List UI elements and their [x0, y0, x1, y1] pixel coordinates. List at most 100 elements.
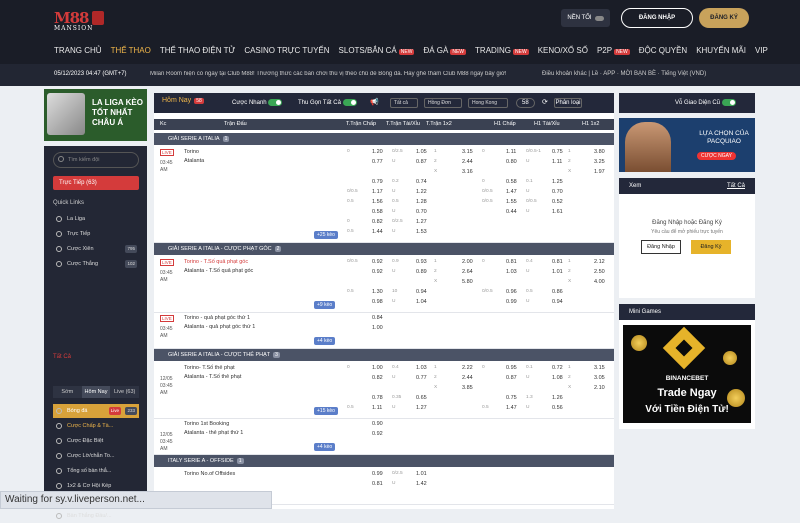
odds-value[interactable]: 1.47: [506, 189, 517, 195]
sport-item[interactable]: Cược Đặc Biệt: [53, 434, 139, 448]
odds-format-select[interactable]: Hong Kong: [468, 98, 508, 108]
period-tab[interactable]: Hôm Nay: [81, 386, 111, 398]
odds-value[interactable]: 1.97: [594, 169, 605, 175]
odds-value[interactable]: 0.90: [372, 421, 383, 427]
odds-value[interactable]: 0.75: [552, 149, 563, 155]
odds-value[interactable]: 1.47: [506, 405, 517, 411]
odds-value[interactable]: 0.81: [506, 259, 517, 265]
odds-value[interactable]: 1.61: [552, 209, 563, 215]
league-header[interactable]: GIẢI SERIE A ITALIA 1: [154, 133, 614, 145]
odds-value[interactable]: 1.56: [372, 199, 383, 205]
odds-value[interactable]: 0.56: [552, 405, 563, 411]
league-header[interactable]: ITALY SERIE A - OFFSIDE 1: [154, 455, 614, 467]
odds-value[interactable]: 0.79: [372, 179, 383, 185]
quick-link-item[interactable]: Cược Thắng 102: [53, 257, 139, 271]
ticker-message[interactable]: Milan Room hiện có ngay tại Club M88! Th…: [150, 71, 522, 77]
away-team[interactable]: Atalanta - T.Số thẻ phạt: [184, 374, 241, 380]
odds-value[interactable]: 3.05: [594, 375, 605, 381]
home-team[interactable]: Torino 1st Booking: [184, 421, 229, 427]
quick-link-item[interactable]: Cược Xiên 795: [53, 242, 139, 256]
period-tab[interactable]: Live (63): [110, 386, 139, 398]
odds-value[interactable]: 1.28: [416, 199, 427, 205]
odds-value[interactable]: 4.00: [594, 279, 605, 285]
odds-value[interactable]: 1.30: [372, 289, 383, 295]
odds-value[interactable]: 0.72: [552, 365, 563, 371]
odds-value[interactable]: 0.81: [372, 481, 383, 487]
odds-value[interactable]: 0.52: [552, 199, 563, 205]
away-team[interactable]: Atalanta - thẻ phạt thứ 1: [184, 430, 243, 436]
nav-item[interactable]: TRADING NEW: [475, 46, 529, 55]
period-tab[interactable]: Sớm: [53, 386, 82, 398]
odds-value[interactable]: 3.80: [594, 149, 605, 155]
odds-value[interactable]: 2.10: [594, 385, 605, 391]
odds-value[interactable]: 1.27: [416, 219, 427, 225]
more-markets-button[interactable]: +25 kèo: [314, 231, 338, 239]
sport-item[interactable]: Cược Lờ/chẵn To...: [53, 449, 139, 463]
bet-slip-all-link[interactable]: Tất Cả: [727, 178, 745, 194]
odds-value[interactable]: 0.96: [506, 289, 517, 295]
login-button[interactable]: ĐĂNG NHẬP: [621, 8, 693, 28]
refresh-icon[interactable]: ⟳: [542, 98, 548, 106]
odds-value[interactable]: 1.00: [372, 365, 383, 371]
odds-value[interactable]: 1.53: [416, 229, 427, 235]
nav-item[interactable]: CASINO TRỰC TUYẾN: [244, 46, 329, 55]
odds-value[interactable]: 1.08: [552, 375, 563, 381]
odds-value[interactable]: 0.77: [416, 375, 427, 381]
odds-value[interactable]: 1.42: [416, 481, 427, 487]
odds-value[interactable]: 0.87: [506, 375, 517, 381]
megaphone-icon[interactable]: 📢: [370, 98, 379, 106]
odds-value[interactable]: 0.87: [416, 159, 427, 165]
odds-value[interactable]: 3.15: [594, 365, 605, 371]
nav-item[interactable]: ĐỘC QUYỀN: [639, 46, 687, 55]
home-team[interactable]: Torino: [184, 149, 199, 155]
odds-value[interactable]: 0.84: [372, 315, 383, 321]
odds-value[interactable]: 3.15: [462, 149, 473, 155]
home-team[interactable]: Torino No.of Offsides: [184, 471, 235, 477]
odds-value[interactable]: 0.81: [552, 259, 563, 265]
register-button[interactable]: ĐĂNG KÝ: [699, 8, 749, 28]
filter-type-select[interactable]: Hồng Đơn: [424, 98, 462, 108]
match-count[interactable]: 58: [516, 98, 535, 108]
m88-logo[interactable]: M88 MANSION: [54, 9, 94, 33]
nav-item[interactable]: THỂ THAO ĐIỆN TỬ: [160, 46, 235, 55]
odds-value[interactable]: 1.25: [552, 179, 563, 185]
odds-value[interactable]: 1.22: [416, 189, 427, 195]
odds-value[interactable]: 1.11: [506, 149, 516, 155]
sort-button[interactable]: Phân loại: [554, 98, 582, 108]
odds-value[interactable]: 2.44: [462, 159, 473, 165]
odds-value[interactable]: 2.50: [594, 269, 605, 275]
odds-value[interactable]: 1.26: [552, 395, 563, 401]
nav-item[interactable]: P2P NEW: [597, 46, 630, 55]
odds-value[interactable]: 1.44: [372, 229, 383, 235]
odds-value[interactable]: 1.03: [506, 269, 517, 275]
odds-value[interactable]: 0.99: [506, 299, 517, 305]
odds-value[interactable]: 0.89: [416, 269, 427, 275]
odds-value[interactable]: 0.94: [552, 299, 563, 305]
old-interface-toggle[interactable]: Vỗ Giao Diện Cũ: [619, 93, 755, 113]
odds-value[interactable]: 0.92: [372, 259, 383, 265]
more-markets-button[interactable]: +4 kèo: [314, 443, 336, 451]
odds-value[interactable]: 3.85: [462, 385, 473, 391]
bet-slip-register-button[interactable]: Đăng Ký: [691, 240, 731, 254]
odds-value[interactable]: 0.99: [372, 471, 383, 477]
nav-item[interactable]: THỂ THAO: [111, 46, 151, 55]
ad-cta-button[interactable]: CƯỢC NGAY: [697, 152, 736, 160]
odds-value[interactable]: 1.03: [416, 365, 427, 371]
odds-value[interactable]: 0.86: [552, 289, 563, 295]
odds-value[interactable]: 0.70: [552, 189, 563, 195]
odds-value[interactable]: 3.16: [462, 169, 473, 175]
league-header[interactable]: GIẢI SERIE A ITALIA - CƯỢC THẺ PHẠT 3: [154, 349, 614, 361]
odds-value[interactable]: 0.65: [416, 395, 427, 401]
more-markets-button[interactable]: +4 kèo: [314, 337, 336, 345]
sport-item[interactable]: Cược Chấp & Tà...: [53, 419, 139, 433]
sport-item[interactable]: Bóng đá Live 233: [53, 404, 139, 418]
odds-value[interactable]: 0.78: [372, 395, 383, 401]
odds-value[interactable]: 0.74: [416, 179, 427, 185]
quick-link-item[interactable]: La Liga: [53, 212, 139, 226]
odds-value[interactable]: 0.58: [506, 179, 517, 185]
odds-value[interactable]: 0.92: [372, 431, 383, 437]
odds-value[interactable]: 0.75: [506, 395, 517, 401]
nav-item[interactable]: KHUYẾN MÃI: [696, 46, 746, 55]
odds-value[interactable]: 0.58: [372, 209, 383, 215]
filter-all-select[interactable]: Tất cả: [390, 98, 418, 108]
